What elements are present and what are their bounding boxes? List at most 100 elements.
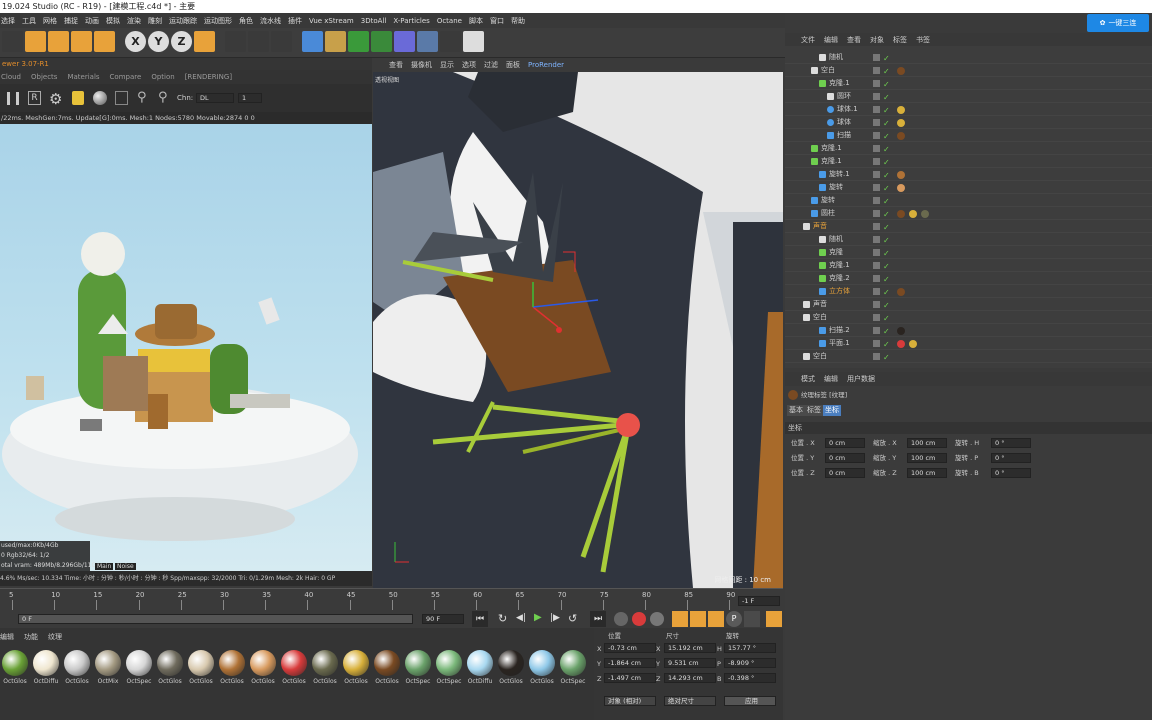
material-swatch[interactable]: OctGlos: [186, 648, 216, 693]
menu-item[interactable]: 插件: [288, 16, 302, 26]
object-row[interactable]: 扫描 ✓: [785, 129, 1152, 142]
coord-mode-select[interactable]: 对象 (相对): [604, 696, 656, 706]
material-tag-icon[interactable]: [897, 119, 905, 127]
lock-icon[interactable]: [72, 91, 84, 105]
material-tag-icon[interactable]: [909, 340, 917, 348]
grid-key-icon[interactable]: [744, 611, 760, 627]
object-row[interactable]: 空白 ✓: [785, 350, 1152, 363]
visibility-icon[interactable]: [873, 184, 880, 191]
visibility-icon[interactable]: [873, 132, 880, 139]
material-swatch[interactable]: OctSpec: [434, 648, 464, 693]
material-swatch[interactable]: OctDiffu: [465, 648, 495, 693]
menu-item[interactable]: 3DtoAll: [361, 17, 387, 25]
visibility-icon[interactable]: [873, 288, 880, 295]
om-menu-item[interactable]: 对象: [870, 35, 884, 45]
viewer-tab[interactable]: Cloud: [1, 73, 21, 81]
param-key-icon[interactable]: P: [726, 611, 742, 627]
floor-icon[interactable]: [417, 31, 438, 52]
coord-size-mode-select[interactable]: 绝对尺寸: [664, 696, 716, 706]
attr-rot-field[interactable]: 0 °: [991, 438, 1031, 448]
material-tag-icon[interactable]: [909, 210, 917, 218]
viewport-menu-item[interactable]: 面板: [506, 60, 520, 70]
material-swatch[interactable]: OctGlos: [0, 648, 30, 693]
viewport-menu-item[interactable]: ProRender: [528, 61, 564, 69]
material-tag-icon[interactable]: [897, 67, 905, 75]
material-swatch[interactable]: OctGlos: [310, 648, 340, 693]
material-tag-icon[interactable]: [897, 288, 905, 296]
menu-item[interactable]: 角色: [239, 16, 253, 26]
settings-gear-icon[interactable]: ⚙: [49, 90, 62, 108]
timeline-ruler[interactable]: 5 10 15 20 25 30 35 40 45 50 55 60 65 70 75 80 85 90: [0, 588, 783, 610]
visibility-icon[interactable]: [873, 54, 880, 61]
sphere-icon[interactable]: [93, 91, 107, 105]
object-row[interactable]: 立方体 ✓: [785, 285, 1152, 298]
object-row[interactable]: 圆柱 ✓: [785, 207, 1152, 220]
y-axis-icon[interactable]: Y: [148, 31, 169, 52]
prev-frame-icon[interactable]: ◀|: [516, 613, 526, 623]
viewport-menu-item[interactable]: 摄像机: [411, 60, 432, 70]
render-region-icon[interactable]: [225, 31, 246, 52]
pen-icon[interactable]: [325, 31, 346, 52]
apply-button[interactable]: 应用: [724, 696, 776, 706]
loop2-icon[interactable]: ↺: [568, 612, 577, 625]
viewer-tab[interactable]: Compare: [110, 73, 142, 81]
visibility-icon[interactable]: [873, 210, 880, 217]
current-frame-field[interactable]: -1 F: [738, 596, 780, 606]
viewer-tab[interactable]: Objects: [31, 73, 57, 81]
object-row[interactable]: 克隆.1 ✓: [785, 77, 1152, 90]
material-swatch[interactable]: OctSpec: [124, 648, 154, 693]
start-frame-field[interactable]: 0 F: [18, 614, 413, 624]
material-swatch[interactable]: OctGlos: [248, 648, 278, 693]
visibility-icon[interactable]: [873, 67, 880, 74]
material-swatch[interactable]: OctMix: [93, 648, 123, 693]
keyframe-icon[interactable]: [614, 612, 628, 626]
menu-item[interactable]: 帮助: [511, 16, 525, 26]
material-tag-icon[interactable]: [897, 171, 905, 179]
menu-item[interactable]: 雕刻: [148, 16, 162, 26]
menu-item[interactable]: 运动图形: [204, 16, 232, 26]
coord-rot-field[interactable]: -8.909 °: [724, 658, 776, 668]
attr-rot-field[interactable]: 0 °: [991, 453, 1031, 463]
material-swatch[interactable]: OctDiffu: [31, 648, 61, 693]
subdivision-icon[interactable]: [348, 31, 369, 52]
coord-pos-field[interactable]: -1.497 cm: [604, 673, 656, 683]
attr-menu-item[interactable]: 编辑: [824, 374, 838, 384]
object-row[interactable]: 克隆.2 ✓: [785, 272, 1152, 285]
visibility-icon[interactable]: [873, 301, 880, 308]
visibility-icon[interactable]: [873, 158, 880, 165]
visibility-icon[interactable]: [873, 236, 880, 243]
coord-rot-field[interactable]: -0.398 °: [724, 673, 776, 683]
attr-scale-field[interactable]: 100 cm: [907, 453, 947, 463]
material-tag-icon[interactable]: [897, 327, 905, 335]
attr-scale-field[interactable]: 100 cm: [907, 438, 947, 448]
visibility-icon[interactable]: [873, 171, 880, 178]
material-swatch[interactable]: OctGlos: [279, 648, 309, 693]
menu-item[interactable]: 工具: [22, 16, 36, 26]
object-row[interactable]: 球体.1 ✓: [785, 103, 1152, 116]
menu-item[interactable]: 捕捉: [64, 16, 78, 26]
timeline-icon[interactable]: [766, 611, 782, 627]
move-key-icon[interactable]: [672, 611, 688, 627]
autokey-icon[interactable]: [650, 612, 664, 626]
coord-rot-field[interactable]: 157.77 °: [724, 643, 776, 653]
viewport-menu-item[interactable]: 查看: [389, 60, 403, 70]
viewer-tab[interactable]: [RENDERING]: [185, 73, 232, 81]
visibility-icon[interactable]: [873, 314, 880, 321]
om-menu-item[interactable]: 书签: [916, 35, 930, 45]
loop-icon[interactable]: ↻: [498, 612, 507, 625]
pin-icon[interactable]: ⚲: [137, 90, 147, 105]
object-row[interactable]: 克隆 ✓: [785, 246, 1152, 259]
pause-icon[interactable]: [7, 92, 19, 105]
camera-icon[interactable]: [440, 31, 461, 52]
rotate-key-icon[interactable]: [708, 611, 724, 627]
om-menu-item[interactable]: 编辑: [824, 35, 838, 45]
object-row[interactable]: 扫描.2 ✓: [785, 324, 1152, 337]
cloner-icon[interactable]: [371, 31, 392, 52]
end-frame-field[interactable]: 90 F: [422, 614, 464, 624]
move-icon[interactable]: [25, 31, 46, 52]
record-icon[interactable]: [632, 612, 646, 626]
coord-size-field[interactable]: 15.192 cm: [664, 643, 716, 653]
viewport-menu-item[interactable]: 选项: [462, 60, 476, 70]
attr-tab-basic[interactable]: 基本: [787, 405, 805, 416]
cube-icon[interactable]: [302, 31, 323, 52]
